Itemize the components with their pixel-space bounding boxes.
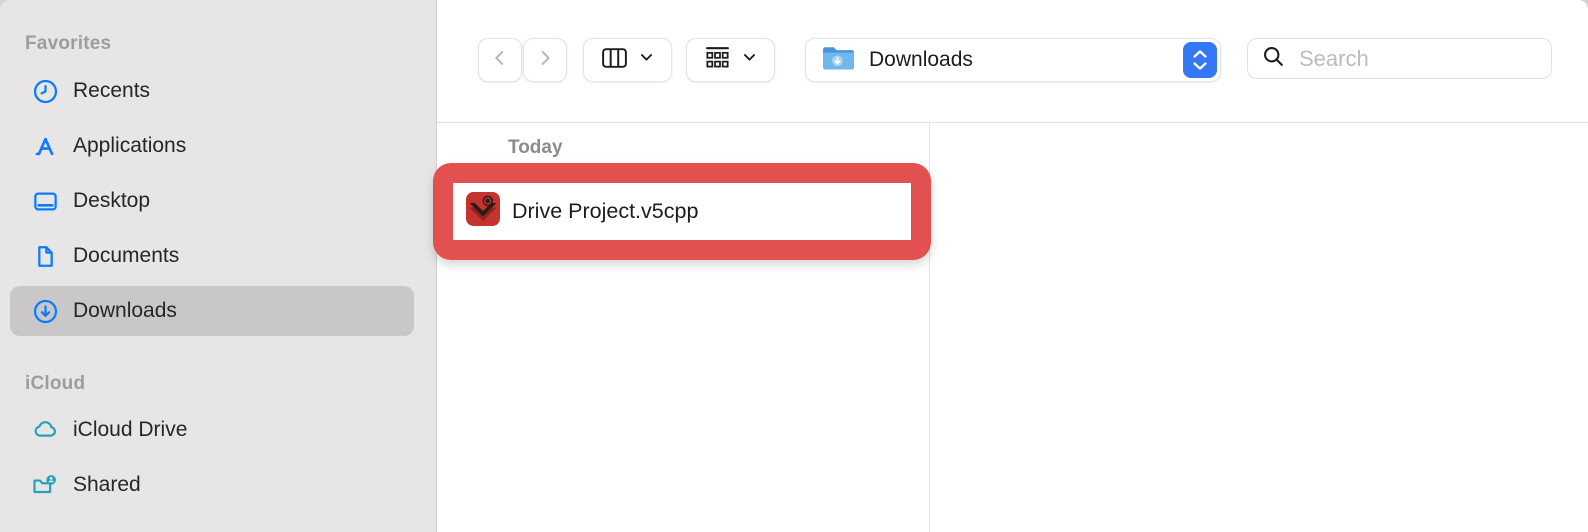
- file-name: Drive Project.v5cpp: [512, 199, 698, 224]
- columns-view-icon: [600, 45, 629, 76]
- sidebar-item-downloads[interactable]: Downloads: [0, 289, 436, 333]
- toolbar: Downloads: [437, 0, 1588, 123]
- sidebar-item-label: Shared: [73, 473, 141, 497]
- downloads-folder-icon: [821, 44, 856, 77]
- chevron-down-icon: [638, 49, 655, 71]
- desktop-icon: [30, 187, 60, 215]
- sidebar-section-icloud: iCloud: [25, 373, 85, 395]
- sidebar-item-recents[interactable]: Recents: [0, 69, 436, 113]
- sidebar: Favorites Recents Applications Desktop: [0, 0, 437, 532]
- group-by-button[interactable]: [686, 38, 775, 82]
- location-stepper[interactable]: [1183, 42, 1217, 78]
- sidebar-item-desktop[interactable]: Desktop: [0, 179, 436, 223]
- chevron-left-icon: [489, 47, 511, 74]
- group-header-today: Today: [508, 137, 563, 159]
- sidebar-item-label: Downloads: [73, 299, 177, 323]
- appstore-icon: [30, 132, 60, 160]
- location-dropdown[interactable]: Downloads: [805, 38, 1221, 82]
- file-row[interactable]: Drive Project.v5cpp: [453, 183, 911, 240]
- chevron-up-icon: [1192, 49, 1208, 59]
- group-grid-icon: [703, 44, 732, 77]
- chevron-down-icon: [741, 49, 758, 71]
- finder-window: Favorites Recents Applications Desktop: [0, 0, 1588, 532]
- chevron-down-icon: [1192, 61, 1208, 71]
- view-mode-button[interactable]: [583, 38, 672, 82]
- annotation-highlight-box: Drive Project.v5cpp: [433, 163, 931, 260]
- vexcode-file-icon: [466, 192, 500, 231]
- sidebar-item-label: Recents: [73, 79, 150, 103]
- document-icon: [30, 242, 60, 270]
- sidebar-item-icloud-drive[interactable]: iCloud Drive: [0, 408, 436, 452]
- search-input[interactable]: [1297, 45, 1521, 73]
- sidebar-item-label: Desktop: [73, 189, 150, 213]
- shared-folder-icon: [30, 471, 60, 499]
- search-icon: [1261, 44, 1286, 74]
- download-circle-icon: [30, 297, 60, 325]
- sidebar-item-shared[interactable]: Shared: [0, 463, 436, 507]
- cloud-icon: [30, 416, 60, 444]
- clock-icon: [30, 77, 60, 105]
- location-label: Downloads: [869, 48, 973, 72]
- forward-button[interactable]: [523, 38, 567, 82]
- search-field[interactable]: [1247, 38, 1552, 79]
- sidebar-item-label: Applications: [73, 134, 186, 158]
- back-button[interactable]: [478, 38, 522, 82]
- chevron-right-icon: [534, 47, 556, 74]
- sidebar-item-label: iCloud Drive: [73, 418, 187, 442]
- sidebar-section-favorites: Favorites: [25, 33, 111, 55]
- sidebar-item-applications[interactable]: Applications: [0, 124, 436, 168]
- sidebar-item-label: Documents: [73, 244, 179, 268]
- sidebar-item-documents[interactable]: Documents: [0, 234, 436, 278]
